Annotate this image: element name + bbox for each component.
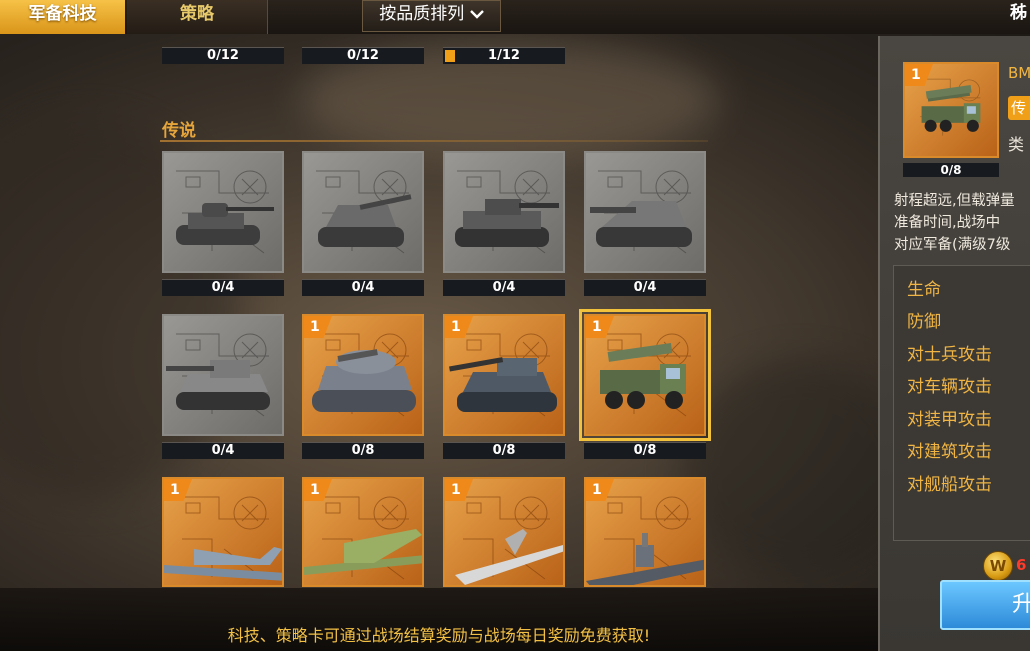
unit-type: 类 — [1008, 135, 1025, 154]
maus-tank-icon — [312, 349, 416, 412]
progress-bar: 0/12 — [302, 47, 424, 64]
e100-tank-icon — [449, 357, 557, 412]
card-progress: 0/8 — [443, 442, 565, 459]
chevron-down-icon — [469, 4, 484, 24]
progress-label: 1/12 — [488, 48, 520, 63]
tab-strategy[interactable]: 策略 — [127, 0, 268, 34]
stat-vs-vehicle: 对车辆攻击 — [907, 377, 992, 397]
unit-card[interactable]: 1 — [302, 314, 424, 436]
section-title-legendary: 传说 — [162, 121, 196, 141]
stat-vs-building: 对建筑攻击 — [907, 442, 992, 462]
sort-label: 按品质排列 — [379, 4, 465, 24]
unit-card[interactable] — [162, 314, 284, 436]
progress-fill — [445, 50, 455, 62]
stat-defense: 防御 — [907, 312, 941, 332]
card-progress: 0/8 — [584, 442, 706, 459]
progress-bar: 1/12 — [443, 47, 565, 64]
unit-card[interactable]: 1 — [443, 314, 565, 436]
stat-vs-armor: 对装甲攻击 — [907, 410, 992, 430]
coin-icon: W — [983, 551, 1013, 581]
upgrade-cost: 6 — [1016, 556, 1027, 574]
unit-name: BM — [1008, 64, 1030, 82]
unit-description-line: 准备时间,战场中 — [894, 215, 1001, 231]
rocket-truck-icon — [600, 343, 686, 409]
unit-description-line: 对应军备(满级7级 — [894, 237, 1011, 253]
bottom-tip-text: 科技、策略卡可通过战场结算奖励与战场每日奖励免费获取! — [227, 626, 651, 645]
card-progress: 0/4 — [443, 279, 565, 296]
unit-card[interactable] — [443, 151, 565, 273]
unit-card[interactable] — [584, 151, 706, 273]
tiger-tank-icon — [455, 199, 559, 247]
spg-icon — [318, 194, 412, 247]
unit-description-line: 射程超远,但载弹量 — [894, 193, 1015, 209]
progress-label: 0/12 — [347, 48, 379, 63]
unit-card[interactable]: 1 — [579, 309, 711, 441]
progress-bar: 0/12 — [162, 47, 284, 64]
bomber-plane-icon — [164, 547, 282, 581]
tank-destroyer-icon — [590, 201, 692, 247]
card-progress: 0/4 — [162, 442, 284, 459]
card-progress: 0/4 — [302, 279, 424, 296]
sort-dropdown[interactable]: 按品质排列 — [362, 0, 501, 32]
top-right-label: 秭 — [1010, 3, 1027, 23]
progress-label: 0/12 — [207, 48, 239, 63]
section-divider — [160, 140, 708, 142]
rarity-badge: 传 — [1008, 96, 1030, 120]
king-tiger-icon — [166, 360, 270, 410]
detail-card-image: 1 — [903, 62, 999, 158]
card-progress: 0/4 — [584, 279, 706, 296]
unit-card[interactable]: 1 — [584, 477, 706, 587]
unit-card[interactable] — [302, 151, 424, 273]
unit-card[interactable]: 1 — [162, 477, 284, 587]
stat-vs-ship: 对舰船攻击 — [907, 475, 992, 495]
unit-card[interactable]: 1 — [302, 477, 424, 587]
upgrade-button[interactable]: 升 — [940, 580, 1030, 630]
stat-vs-infantry: 对士兵攻击 — [907, 345, 992, 365]
card-progress: 0/4 — [162, 279, 284, 296]
unit-card[interactable] — [162, 151, 284, 273]
tab-military-tech[interactable]: 军备科技 — [0, 0, 125, 34]
tank-t34-icon — [176, 203, 274, 245]
stat-hp: 生命 — [907, 280, 941, 300]
detail-progress: 0/8 — [903, 163, 999, 177]
transport-plane-icon — [304, 529, 422, 575]
jet-plane-icon — [455, 529, 563, 585]
card-progress: 0/8 — [302, 442, 424, 459]
unit-card[interactable]: 1 — [443, 477, 565, 587]
battleship-icon — [586, 533, 704, 585]
